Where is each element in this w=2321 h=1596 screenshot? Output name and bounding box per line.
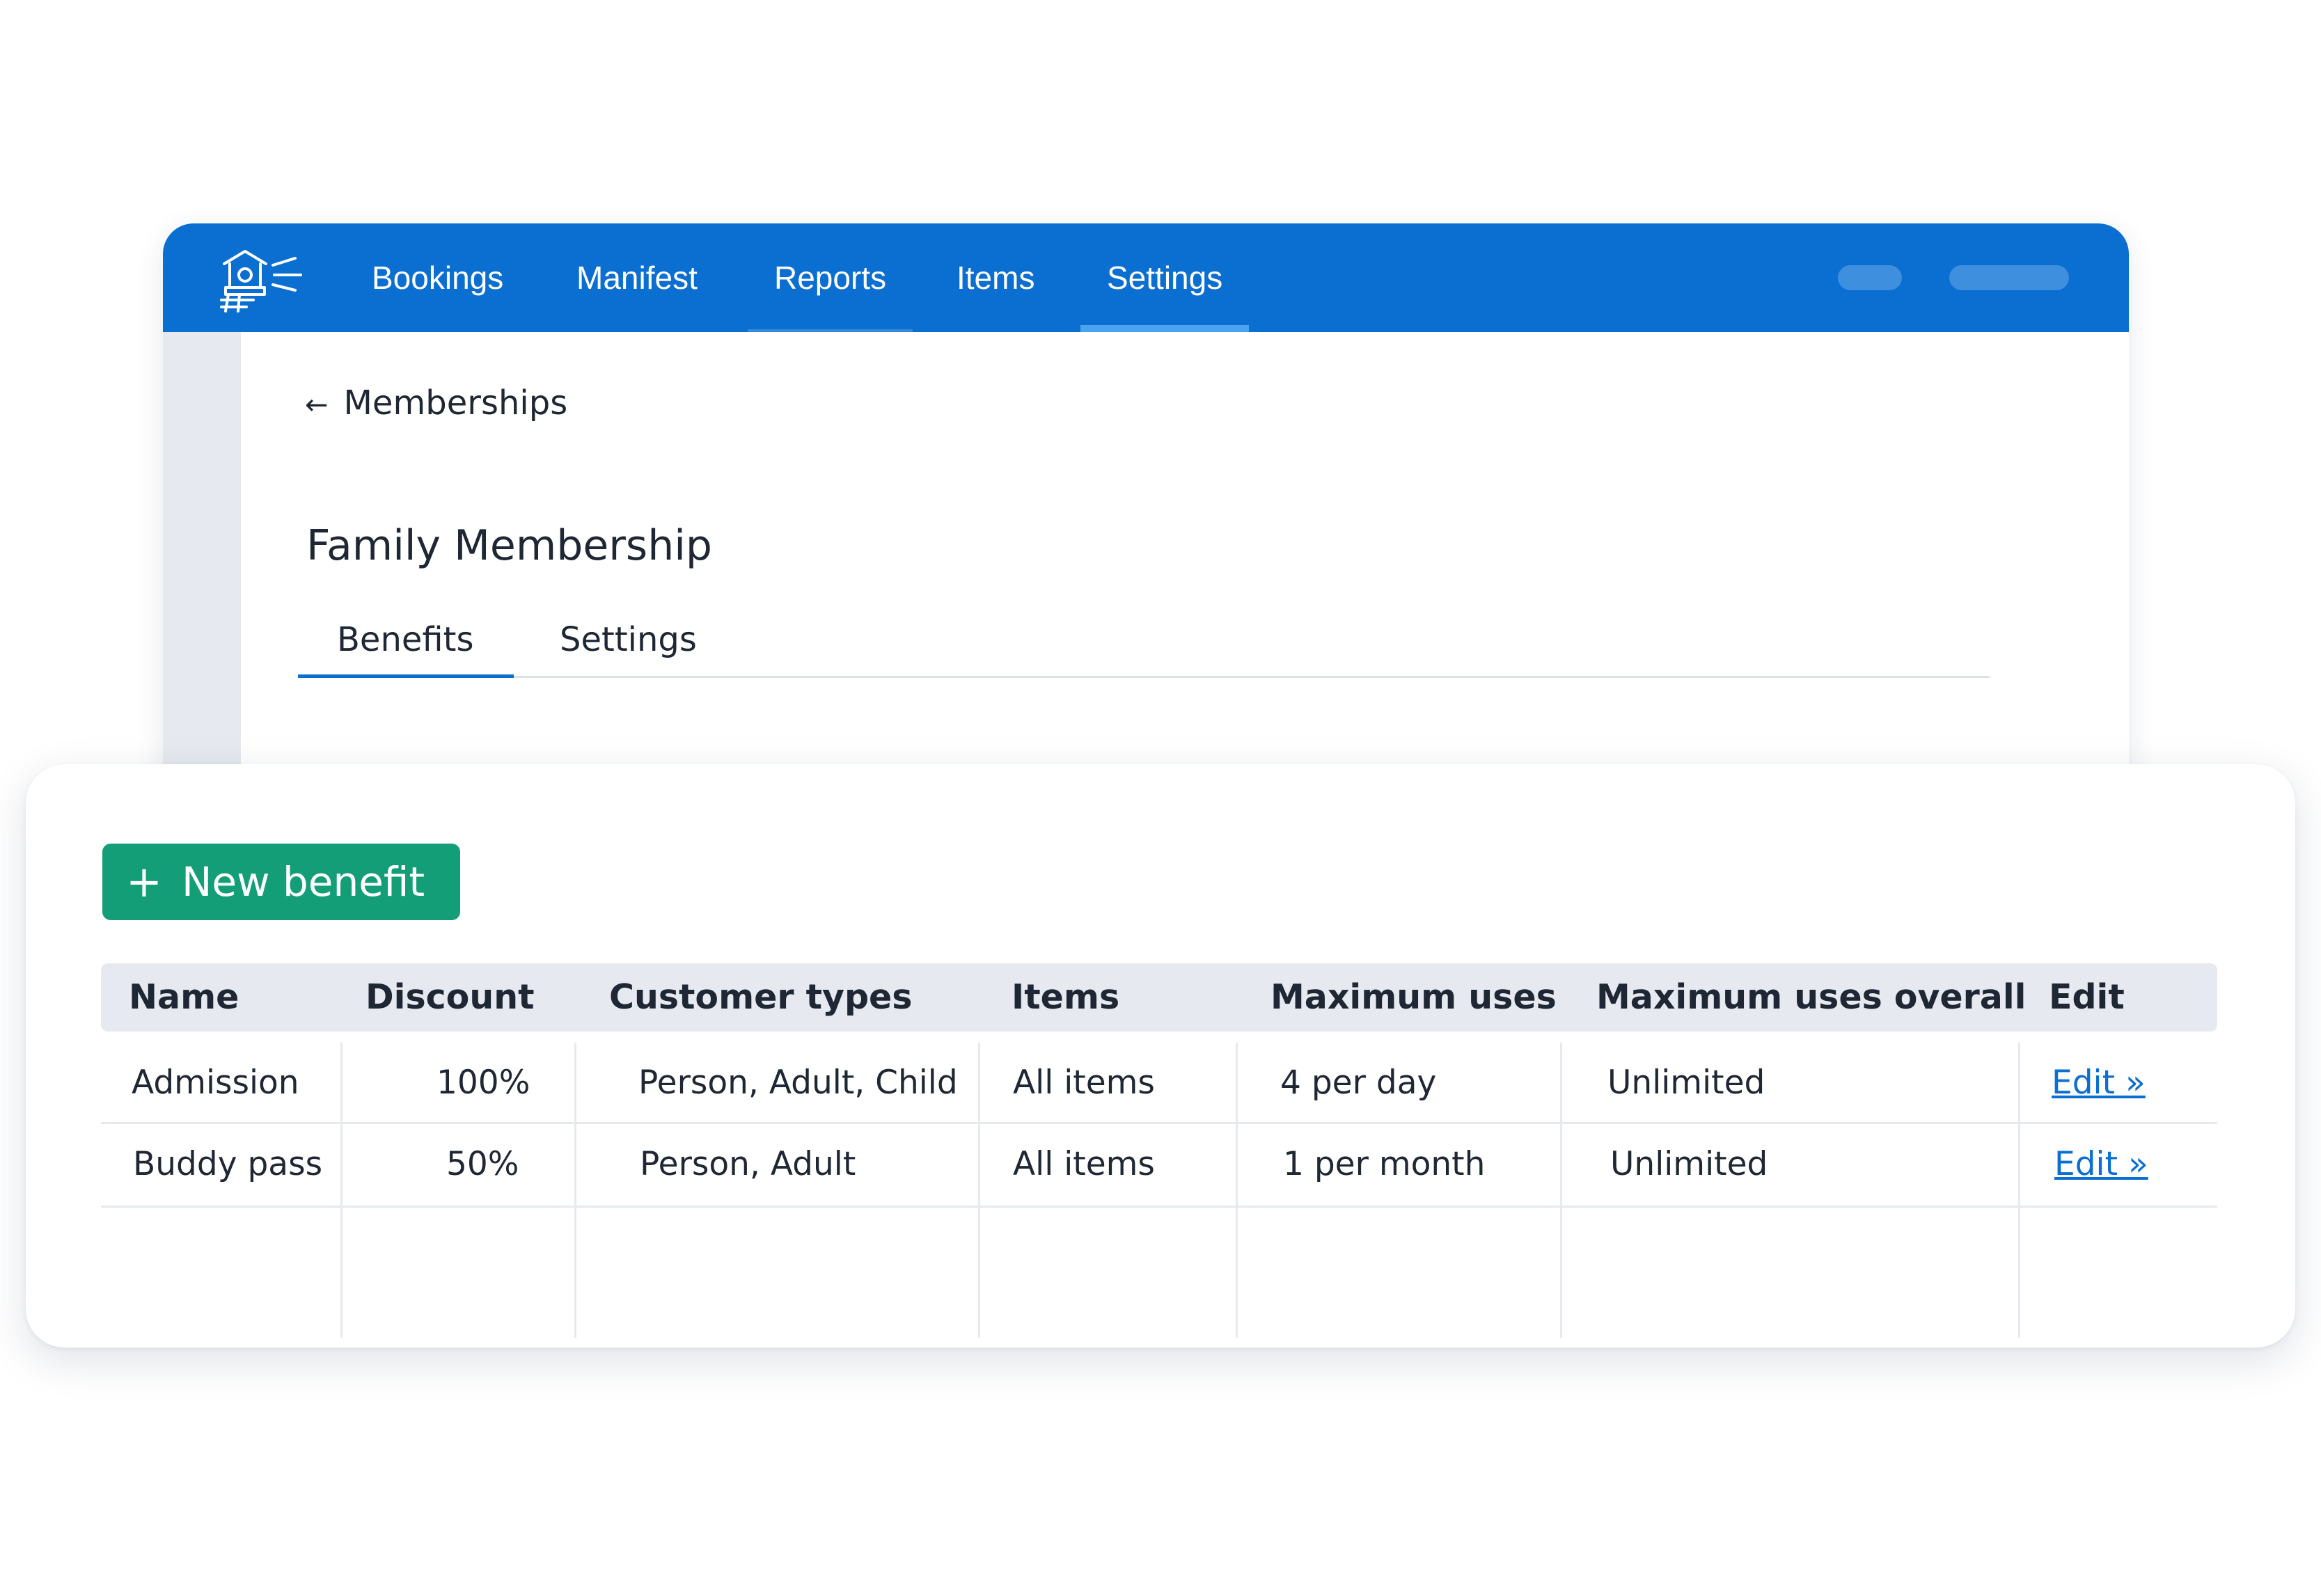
nav-item-label: Reports bbox=[774, 260, 887, 296]
table-header: Name Discount Customer types Items Maxim… bbox=[101, 963, 2217, 1032]
column-header-maximum-uses-overall[interactable]: Maximum uses overall bbox=[1596, 963, 2026, 1032]
cell-name: Admission bbox=[132, 1063, 299, 1102]
page-title: Family Membership bbox=[306, 521, 712, 570]
table-row: Admission 100% Person, Adult, Child All … bbox=[101, 1043, 2217, 1124]
cell-customer-types: Person, Adult bbox=[640, 1144, 856, 1183]
tab-benefits[interactable]: Benefits bbox=[298, 620, 514, 678]
column-header-name[interactable]: Name bbox=[129, 963, 239, 1032]
nav-item-settings[interactable]: Settings bbox=[1080, 223, 1250, 332]
cell-items: All items bbox=[1013, 1144, 1155, 1183]
nav-active-underline bbox=[1080, 325, 1250, 332]
nav-underline bbox=[550, 325, 724, 332]
arrow-left-icon: ← bbox=[305, 389, 329, 421]
tab-active-underline bbox=[298, 674, 514, 678]
nav-item-bookings[interactable]: Bookings bbox=[372, 223, 503, 332]
nav-placeholder-pill-wide[interactable] bbox=[1949, 265, 2069, 290]
breadcrumb-back-link[interactable]: ← Memberships bbox=[305, 384, 567, 422]
nav-item-label: Items bbox=[957, 260, 1035, 296]
new-benefit-label: New benefit bbox=[182, 858, 425, 906]
nav-item-label: Manifest bbox=[576, 260, 698, 296]
nav-item-items[interactable]: Items bbox=[957, 223, 1034, 332]
cell-discount: 100% bbox=[436, 1063, 530, 1102]
tab-label: Benefits bbox=[337, 620, 474, 659]
nav-item-manifest[interactable]: Manifest bbox=[576, 223, 698, 332]
nav-item-label: Bookings bbox=[372, 260, 504, 296]
tab-settings[interactable]: Settings bbox=[560, 620, 697, 676]
tab-label: Settings bbox=[560, 620, 697, 659]
nav-item-label: Settings bbox=[1107, 260, 1223, 296]
column-header-items[interactable]: Items bbox=[1012, 963, 1119, 1032]
cell-maximum-uses: 1 per month bbox=[1283, 1144, 1486, 1183]
edit-link[interactable]: Edit » bbox=[2052, 1064, 2146, 1102]
tab-bar: Benefits Settings bbox=[298, 620, 1990, 678]
cell-customer-types: Person, Adult, Child bbox=[638, 1063, 958, 1102]
column-header-discount[interactable]: Discount bbox=[365, 963, 535, 1032]
nav-underline bbox=[345, 325, 530, 332]
cell-edit: Edit » bbox=[2054, 1122, 2148, 1206]
nav-item-reports[interactable]: Reports bbox=[748, 223, 913, 332]
nav-underline bbox=[748, 329, 913, 332]
stage: Bookings Manifest Reports Items Settings bbox=[0, 0, 2321, 1596]
cell-maximum-uses-overall: Unlimited bbox=[1610, 1144, 1768, 1183]
column-header-customer-types[interactable]: Customer types bbox=[609, 963, 912, 1032]
cell-items: All items bbox=[1013, 1063, 1155, 1102]
nav-underline bbox=[930, 325, 1061, 332]
cell-discount: 50% bbox=[446, 1144, 519, 1183]
plus-icon: + bbox=[126, 856, 162, 907]
edit-link[interactable]: Edit » bbox=[2054, 1145, 2148, 1183]
cell-name: Buddy pass bbox=[133, 1144, 323, 1183]
new-benefit-button[interactable]: + New benefit bbox=[102, 844, 460, 920]
column-header-edit[interactable]: Edit bbox=[2049, 963, 2125, 1032]
breadcrumb-label: Memberships bbox=[343, 384, 568, 422]
column-header-maximum-uses[interactable]: Maximum uses bbox=[1270, 963, 1557, 1032]
cell-edit: Edit » bbox=[2052, 1043, 2146, 1122]
cell-maximum-uses-overall: Unlimited bbox=[1607, 1063, 1765, 1102]
lighthouse-logo-icon[interactable] bbox=[219, 244, 306, 314]
top-navbar: Bookings Manifest Reports Items Settings bbox=[163, 223, 2129, 332]
table-row: Buddy pass 50% Person, Adult All items 1… bbox=[101, 1122, 2217, 1208]
benefits-card: + New benefit Name Discount Customer typ… bbox=[26, 764, 2295, 1348]
nav-placeholder-pill[interactable] bbox=[1838, 265, 1902, 290]
cell-maximum-uses: 4 per day bbox=[1280, 1063, 1437, 1102]
